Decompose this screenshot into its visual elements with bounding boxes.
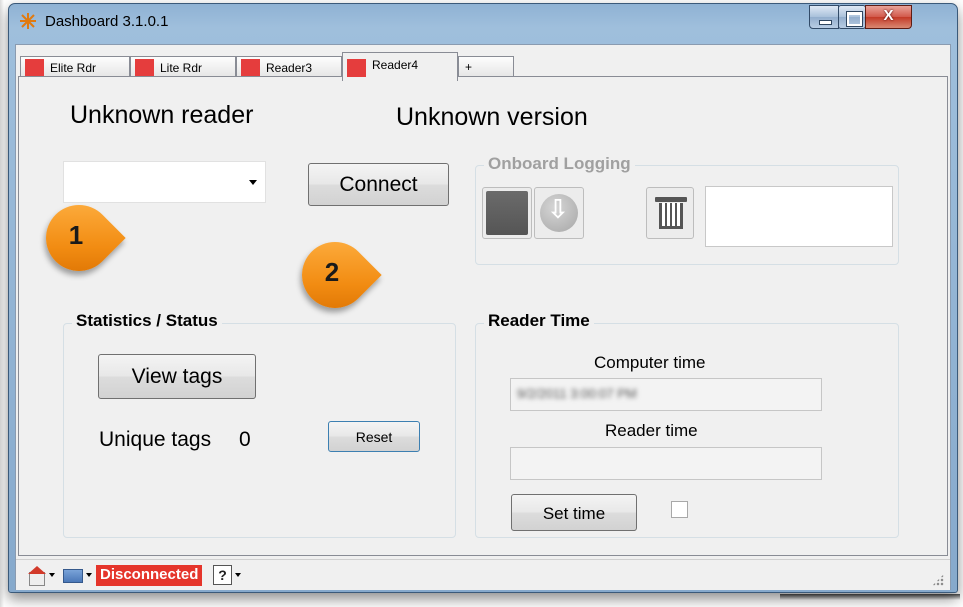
home-icon[interactable]	[28, 566, 46, 586]
tab-label: Reader4	[372, 58, 419, 72]
reader-time-label: Reader time	[605, 421, 698, 440]
group-title: Reader Time	[484, 311, 594, 331]
status-bar: Disconnected ?	[16, 559, 950, 590]
chevron-down-icon[interactable]	[49, 573, 55, 577]
group-title: Onboard Logging	[484, 154, 635, 174]
tab-label: Reader3	[266, 61, 313, 75]
chevron-down-icon[interactable]	[249, 180, 257, 185]
clear-log-button[interactable]	[646, 187, 694, 239]
maximize-button[interactable]	[838, 5, 866, 29]
reader-status-swatch	[135, 59, 154, 77]
title-bar[interactable]: Dashboard 3.1.0.1 X	[9, 4, 957, 44]
window-shadow	[780, 594, 960, 600]
reader-time-field	[510, 447, 822, 480]
computer-time-field: 9/2/2011 3:00:07 PM	[510, 378, 822, 411]
chevron-down-icon[interactable]	[86, 573, 92, 577]
sync-time-checkbox[interactable]	[671, 501, 688, 518]
computer-time-value: 9/2/2011 3:00:07 PM	[517, 386, 637, 401]
help-icon[interactable]: ?	[213, 565, 232, 585]
background-edge	[0, 0, 4, 607]
reader-status-swatch	[241, 59, 260, 77]
unique-tags-count: 0	[239, 428, 251, 451]
connect-button[interactable]: Connect	[308, 163, 449, 206]
reset-button[interactable]: Reset	[328, 421, 420, 452]
trash-icon	[655, 197, 687, 202]
statistics-status-group: Statistics / Status View tags Unique tag…	[63, 311, 456, 538]
minimize-button[interactable]	[809, 5, 839, 29]
reader-select[interactable]	[63, 161, 266, 203]
set-time-button[interactable]: Set time	[511, 494, 637, 531]
app-window: Dashboard 3.1.0.1 X Elite Rdr Lite Rdr R…	[8, 3, 958, 593]
view-tags-button[interactable]: View tags	[98, 354, 256, 399]
reader-time-group: Reader Time Computer time 9/2/2011 3:00:…	[475, 311, 899, 538]
reader-status-swatch	[347, 59, 366, 77]
group-title: Statistics / Status	[72, 311, 222, 331]
status-badge: Disconnected	[96, 565, 203, 586]
reader-status-swatch	[25, 59, 44, 77]
computer-time-label: Computer time	[594, 353, 706, 372]
tab-label: Elite Rdr	[50, 61, 97, 75]
log-display	[705, 186, 893, 247]
callout-number: 1	[68, 220, 84, 251]
close-icon: X	[883, 7, 894, 24]
client-area: Elite Rdr Lite Rdr Reader3 Reader4 + Unk…	[15, 44, 951, 590]
tab-reader4[interactable]: Reader4	[342, 52, 458, 81]
callout-number: 2	[324, 257, 340, 288]
tab-label: Lite Rdr	[160, 61, 203, 75]
download-icon	[540, 194, 578, 232]
window-title: Dashboard 3.1.0.1	[45, 13, 169, 30]
add-tab-label: +	[465, 60, 473, 74]
unique-tags-label: Unique tags	[99, 428, 212, 451]
onboard-logging-group: Onboard Logging	[475, 154, 899, 265]
resize-grip-icon[interactable]	[932, 574, 944, 586]
reader-version: Unknown version	[396, 103, 588, 131]
trash-icon-body	[659, 203, 683, 229]
app-logo-icon	[20, 13, 36, 29]
stop-logging-button[interactable]	[482, 187, 532, 239]
color-swatch-icon[interactable]	[63, 569, 83, 583]
chevron-down-icon[interactable]	[235, 573, 241, 577]
download-log-button[interactable]	[534, 187, 584, 239]
reader-name: Unknown reader	[70, 101, 254, 129]
tab-strip: Elite Rdr Lite Rdr Reader3 Reader4 +	[16, 51, 950, 81]
close-button[interactable]: X	[865, 5, 912, 29]
